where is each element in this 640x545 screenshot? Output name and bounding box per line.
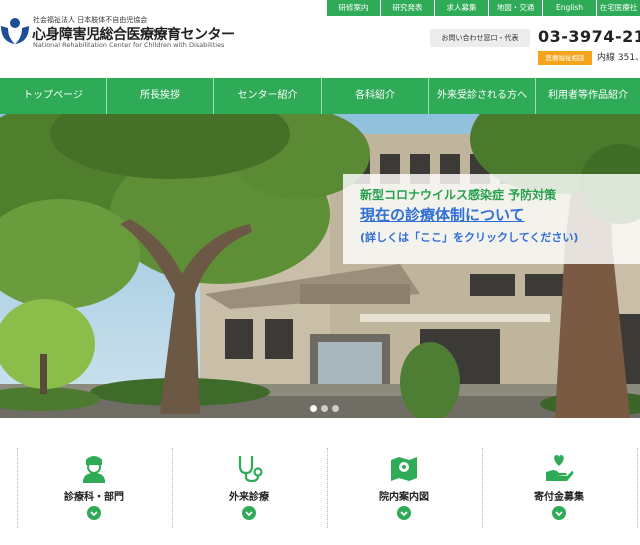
hero-slider[interactable]: 新型コロナウイルス感染症 予防対策 現在の診療体制について (詳しくは「ここ」を… xyxy=(0,114,640,418)
quick-links: 診療科・部門 外来診療 院内案内図 寄付金募集 xyxy=(0,418,640,545)
covid-notice-panel[interactable]: 新型コロナウイルス感染症 予防対策 現在の診療体制について (詳しくは「ここ」を… xyxy=(343,174,640,264)
quick-link-floor-map[interactable]: 院内案内図 xyxy=(327,448,481,543)
utility-nav-recruit[interactable]: 求人募集 xyxy=(434,0,488,16)
main-nav-outpatient-info[interactable]: 外来受診される方へ xyxy=(429,78,536,114)
chevron-down-icon[interactable] xyxy=(397,506,411,520)
slider-dot-3[interactable] xyxy=(332,405,339,412)
quick-link-departments[interactable]: 診療科・部門 xyxy=(17,448,171,543)
utility-nav-access[interactable]: 地図・交通 xyxy=(488,0,542,16)
covid-notice-hint[interactable]: (詳しくは「ここ」をクリックしてください) xyxy=(360,229,578,245)
quick-link-label: 診療科・部門 xyxy=(64,492,124,503)
chevron-down-icon[interactable] xyxy=(87,506,101,520)
center-logo-icon[interactable] xyxy=(0,14,30,46)
chevron-down-icon[interactable] xyxy=(242,506,256,520)
quick-link-donation[interactable]: 寄付金募集 xyxy=(482,448,636,543)
main-nav: トップページ 所長挨拶 センター紹介 各科紹介 外来受診される方へ 利用者等作品… xyxy=(0,78,640,114)
site-header: 社会福祉法人 日本肢体不自由児協会 心身障害児総合医療療育センター Nation… xyxy=(0,0,640,78)
phone-number[interactable]: 03-3974-214 xyxy=(538,27,640,46)
utility-nav-home-care[interactable]: 在宅医療社 xyxy=(596,0,640,16)
slider-dot-1[interactable] xyxy=(310,405,317,412)
quick-link-divider xyxy=(637,448,638,528)
quick-link-label: 院内案内図 xyxy=(379,492,429,503)
covid-notice-link[interactable]: 現在の診療体制について xyxy=(360,204,525,225)
quick-link-label: 寄付金募集 xyxy=(534,492,584,503)
stethoscope-icon xyxy=(233,452,265,484)
main-nav-director-greeting[interactable]: 所長挨拶 xyxy=(107,78,214,114)
slider-dot-2[interactable] xyxy=(321,405,328,412)
utility-nav-training[interactable]: 研修案内 xyxy=(326,0,380,16)
donation-hand-heart-icon xyxy=(543,452,575,484)
quick-link-outpatient[interactable]: 外来診療 xyxy=(172,448,326,543)
slider-pagination xyxy=(310,405,339,412)
main-nav-user-works[interactable]: 利用者等作品紹介 xyxy=(536,78,640,114)
site-title-english: National Rehabilitation Center for Child… xyxy=(33,41,225,49)
medical-welfare-badge: 医療福祉相談 xyxy=(538,51,592,65)
chevron-down-icon[interactable] xyxy=(552,506,566,520)
contact-label: お問い合わせ窓口・代表 xyxy=(430,29,530,47)
map-icon xyxy=(388,452,420,484)
extension-number: 内線 351、3 xyxy=(597,53,640,63)
utility-nav-english[interactable]: English xyxy=(542,0,596,16)
nurse-icon xyxy=(78,452,110,484)
hero-photo xyxy=(0,114,640,418)
utility-nav: 研修案内 研究発表 求人募集 地図・交通 English 在宅医療社 xyxy=(326,0,640,16)
covid-notice-title: 新型コロナウイルス感染症 予防対策 xyxy=(360,188,557,202)
main-nav-center-intro[interactable]: センター紹介 xyxy=(214,78,322,114)
utility-nav-research[interactable]: 研究発表 xyxy=(380,0,434,16)
main-nav-departments[interactable]: 各科紹介 xyxy=(322,78,429,114)
main-nav-home[interactable]: トップページ xyxy=(0,78,107,114)
quick-link-label: 外来診療 xyxy=(229,492,269,503)
